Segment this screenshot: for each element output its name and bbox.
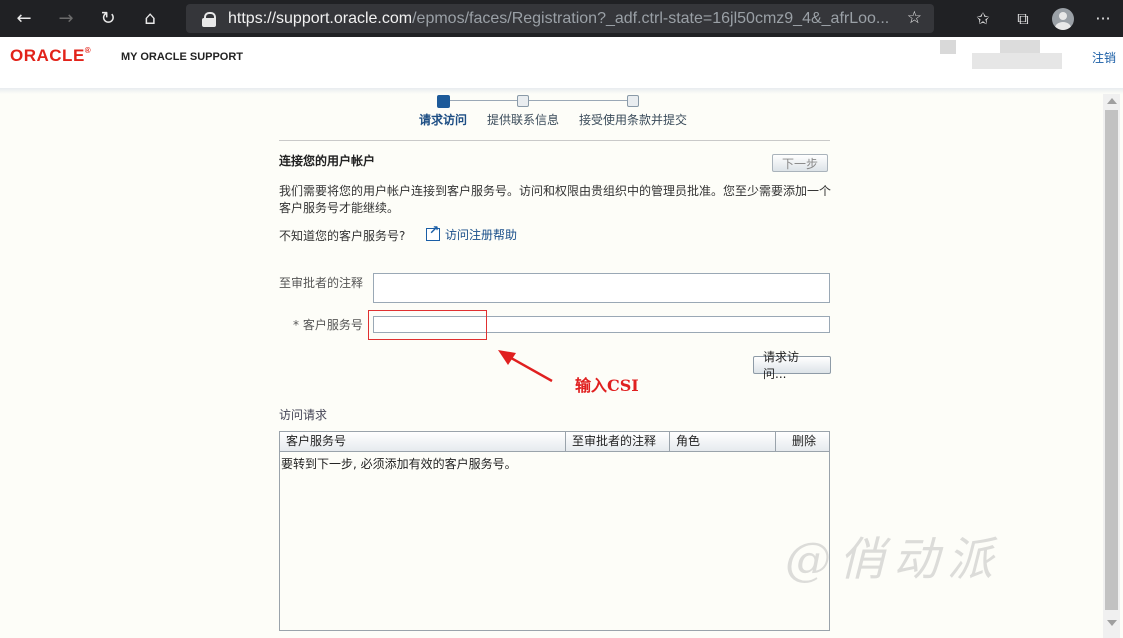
csi-question: 不知道您的客户服务号? [279,229,406,243]
scroll-up-icon[interactable] [1107,98,1117,104]
site-header: ORACLE® MY ORACLE SUPPORT 注销 [0,37,1123,88]
annotation-arrow-icon [498,350,553,383]
train-track [529,100,627,101]
column-header-csi[interactable]: 客户服务号 [280,432,566,451]
table-empty-message: 要转到下一步, 必须添加有效的客户服务号。 [281,457,517,471]
external-link-icon [426,223,440,241]
help-link-label: 访问注册帮助 [445,228,518,242]
logout-link[interactable]: 注销 [1092,49,1116,66]
annotation-highlight-box [368,310,487,340]
train-label-contact-info: 提供联系信息 [487,113,560,127]
browser-toolbar: ← → ↻ ⌂ https://support.oracle.com/epmos… [0,0,1123,37]
back-arrow-icon[interactable]: ← [6,4,42,34]
url-host: https://support.oracle.com [228,9,413,27]
required-mark: * [293,318,299,332]
vertical-scrollbar[interactable] [1103,94,1120,638]
redacted-block [940,40,956,54]
access-requests-title: 访问请求 [279,408,328,422]
watermark: @俏动派 [785,532,1001,586]
redacted-user-name [972,53,1062,69]
redacted-block [1000,40,1040,54]
favorites-icon[interactable]: ✩ [963,4,1003,34]
product-name: MY ORACLE SUPPORT [121,51,244,63]
description-text: 我们需要将您的用户帐户连接到客户服务号。访问和权限由贵组织中的管理员批准。您至少… [279,184,832,215]
profile-icon[interactable] [1043,4,1083,34]
url-path: /epmos/faces/Registration?_adf.ctrl-stat… [412,9,888,27]
star-icon[interactable]: ☆ [907,8,922,28]
train-label-terms: 接受使用条款并提交 [579,113,688,127]
registration-help-link[interactable]: 访问注册帮助 [426,223,518,243]
scroll-thumb[interactable] [1105,110,1118,610]
access-requests-table: 客户服务号 至审批者的注释 角色 删除 要转到下一步, 必须添加有效的客户服务号… [279,431,830,631]
lock-icon[interactable] [202,11,216,27]
refresh-icon[interactable]: ↻ [90,4,126,34]
approver-note-label: 至审批者的注释 [279,276,364,290]
train-stop-contact-info [517,95,529,107]
csi-label-text: 客户服务号 [302,318,363,332]
logo-text: ORACLE [10,46,85,65]
annotation-text: 输入CSI [575,376,639,395]
avatar [1052,7,1074,30]
divider [279,140,830,141]
request-access-button[interactable]: 请求访问... [753,350,831,381]
home-icon[interactable]: ⌂ [132,4,168,34]
page-title: 连接您的用户帐户 [279,154,376,168]
train-track [449,100,517,101]
next-button[interactable]: 下一步 [772,154,828,172]
registered-mark-icon: ® [84,46,92,55]
collections-icon[interactable]: ⧉ [1003,4,1043,34]
train-label-request-access[interactable]: 请求访问 [419,111,467,128]
scroll-down-icon[interactable] [1107,620,1117,626]
more-icon[interactable]: ··· [1083,4,1123,34]
train-stop-terms [627,95,639,107]
column-header-role[interactable]: 角色 [670,432,776,451]
browser-actions: ✩ ⧉ ··· [963,0,1123,37]
address-bar[interactable]: https://support.oracle.com/epmos/faces/R… [186,4,934,33]
column-header-delete[interactable]: 删除 [776,432,829,451]
header-shadow [0,88,1123,94]
url-text[interactable]: https://support.oracle.com/epmos/faces/R… [228,10,888,28]
oracle-logo[interactable]: ORACLE® [10,46,91,66]
forward-arrow-icon[interactable]: → [48,4,84,34]
csi-label: * 客户服务号 [293,316,363,333]
table-header: 客户服务号 至审批者的注释 角色 删除 [280,432,829,452]
train-stop-request-access[interactable] [437,95,450,108]
column-header-note[interactable]: 至审批者的注释 [566,432,670,451]
approver-note-input[interactable] [373,273,830,303]
